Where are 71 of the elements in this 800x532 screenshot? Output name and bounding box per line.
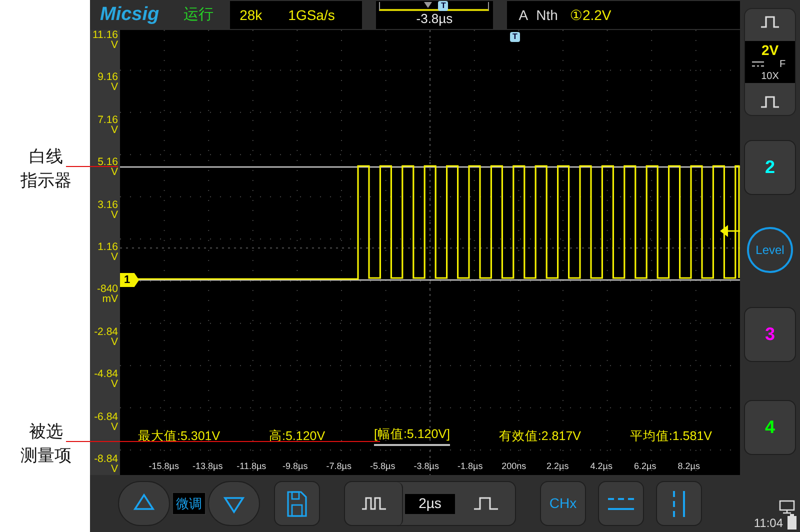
channel-1-panel[interactable]: 2V F 10X [744, 8, 796, 116]
memory-depth: 28k [240, 6, 262, 24]
down-arrow-button[interactable] [208, 481, 260, 526]
axis-label: 5.16 V [98, 157, 118, 178]
channel-marker[interactable]: 1 [120, 273, 140, 287]
vertical-cursor-icon [671, 488, 687, 518]
trigger-type: Nth [536, 6, 558, 24]
run-status: 运行 [184, 4, 215, 25]
axis-label: -11.8µs [236, 460, 268, 473]
axis-label: -5.8µs [369, 460, 396, 473]
battery-icon [787, 514, 797, 530]
axis-label: -15.8µs [148, 460, 180, 473]
horizontal-cursor-icon [606, 496, 636, 512]
axis-label: 1.16 V [98, 242, 118, 262]
clock-time: 11:04 [754, 517, 783, 530]
axis-label: -3.8µs [412, 460, 440, 473]
channel-button[interactable]: 4 [744, 400, 796, 455]
horizontal-cursor-button[interactable] [598, 481, 644, 526]
axis-label: -2.84 V [94, 326, 118, 347]
leader-line [66, 166, 118, 167]
timebase-value: 2µs [405, 494, 455, 514]
axis-label: 8.2µs [676, 460, 701, 473]
sample-rate: 1GSa/s [288, 6, 335, 24]
axis-label: -840 mV [96, 284, 118, 304]
axis-label: 11.16 V [92, 30, 118, 50]
channel-select-button[interactable]: CHx [540, 481, 586, 526]
axis-label: -1.8µs [456, 460, 484, 473]
pulse-icon[interactable] [759, 13, 781, 31]
channel-scale: 2V [761, 40, 779, 60]
axis-label: -4.84 V [94, 369, 118, 390]
axis-label: -6.84 V [94, 412, 118, 432]
level-knob[interactable]: Level [747, 227, 793, 273]
measurement[interactable]: 最大值:5.301V [138, 426, 220, 446]
trigger-level-arrow[interactable] [720, 225, 740, 237]
annotation-label: 被选 测量项 [20, 421, 72, 467]
axis-label: -8.84 V [94, 454, 118, 474]
pulse-icon[interactable] [759, 93, 781, 111]
measurement[interactable]: 有效值:2.817V [498, 426, 581, 446]
bandwidth-label: F [779, 58, 786, 72]
axis-label: 7.16 V [98, 114, 118, 135]
pulse-icon [473, 495, 499, 512]
axis-label: 6.2µs [633, 460, 658, 473]
trigger-position-marker: T [438, 1, 448, 11]
pulse-icon [360, 495, 386, 512]
axis-label: 2.2µs [546, 460, 570, 473]
save-icon [287, 490, 307, 516]
measurement[interactable]: 高:5.120V [268, 426, 326, 446]
logo: Micsig [100, 2, 160, 27]
trigger-marker[interactable]: T [510, 32, 520, 42]
fine-adjust-label: 微调 [172, 492, 206, 516]
axis-label: 4.2µs [589, 460, 614, 473]
axis-label: 9.16 V [98, 72, 118, 92]
trigger-setting: ①2.2V [570, 6, 612, 24]
up-arrow-button[interactable] [118, 481, 170, 526]
dc-coupling-icon [752, 61, 764, 67]
channel-button[interactable]: 2 [744, 140, 796, 195]
monitor-icon [779, 500, 795, 514]
measurement[interactable]: [幅值:5.120V] [374, 426, 450, 446]
axis-label: -7.8µs [325, 460, 352, 473]
probe-label: 10X [761, 70, 779, 84]
measurement[interactable]: 平均值:1.581V [630, 426, 712, 446]
trigger-mode: A [518, 6, 528, 24]
axis-label: 3.16 V [98, 200, 118, 220]
annotation-label: 白线 指示器 [20, 146, 72, 192]
trigger-position: -3.8µs [416, 11, 453, 27]
vertical-cursor-button[interactable] [656, 481, 702, 526]
axis-label: -13.8µs [192, 460, 224, 473]
axis-label: -9.8µs [282, 460, 309, 473]
axis-label: 200ns [500, 460, 528, 472]
save-button[interactable] [274, 481, 320, 526]
channel-button[interactable]: 3 [744, 307, 796, 362]
